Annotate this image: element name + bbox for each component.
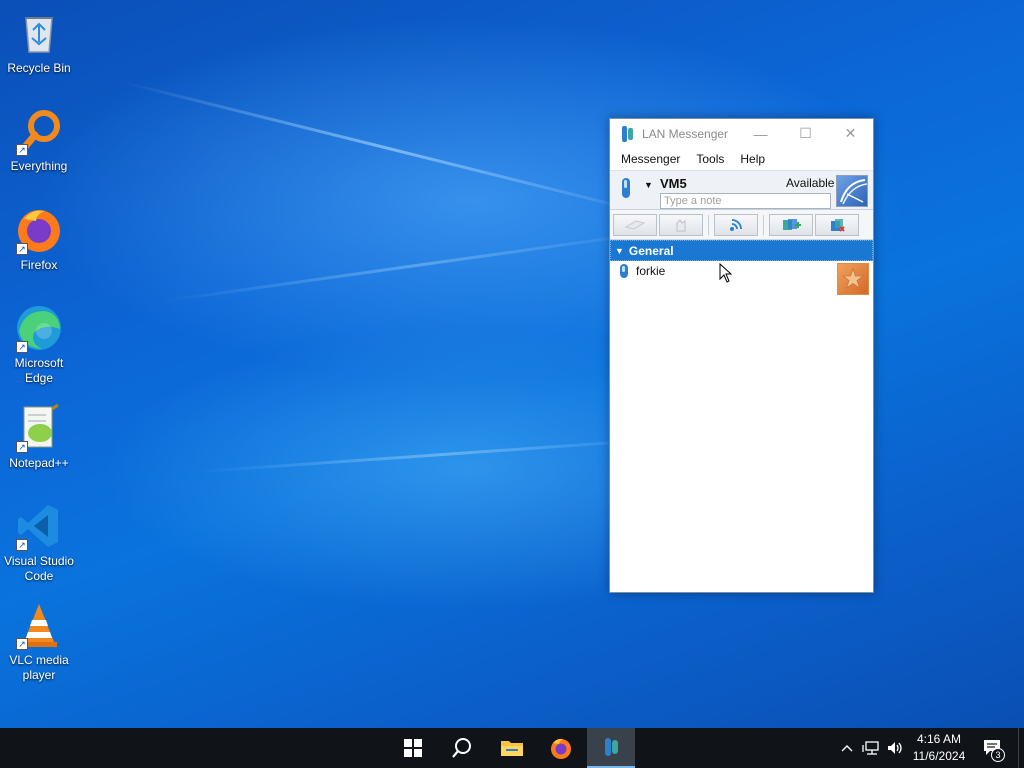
toolbar-separator xyxy=(708,214,709,235)
desktop-icon-firefox[interactable]: ↗ Firefox xyxy=(1,205,77,273)
desktop-icon-label: Microsoft Edge xyxy=(14,356,64,385)
menu-help[interactable]: Help xyxy=(732,152,773,166)
desktop-icon-notepadpp[interactable]: ↗ Notepad++ xyxy=(1,403,77,471)
satellite-dish-icon xyxy=(840,179,867,205)
user-avatar[interactable] xyxy=(836,175,868,207)
edge-icon: ↗ xyxy=(14,303,64,353)
speaker-icon xyxy=(888,742,902,754)
windows-logo-icon xyxy=(404,739,422,757)
contact-avatar xyxy=(837,263,869,295)
search-icon xyxy=(452,738,471,758)
file-explorer-button[interactable] xyxy=(488,728,536,768)
refresh-icon xyxy=(831,218,845,232)
menu-tools[interactable]: Tools xyxy=(688,152,732,166)
desktop-icon-label: Everything xyxy=(10,159,68,173)
contact-item[interactable]: forkie xyxy=(610,261,873,295)
lan-messenger-window[interactable]: LAN Messenger — ☐ ✕ Messenger Tools Help… xyxy=(609,118,874,593)
file-button[interactable] xyxy=(659,213,703,236)
status-indicator-icon[interactable] xyxy=(619,177,633,199)
shortcut-arrow-icon: ↗ xyxy=(16,243,28,255)
search-button[interactable] xyxy=(438,728,486,768)
show-desktop-button[interactable] xyxy=(1018,728,1024,768)
taskbar: 4:16 AM 11/6/2024 3 xyxy=(0,728,1024,768)
title-bar[interactable]: LAN Messenger — ☐ ✕ xyxy=(610,119,873,148)
shortcut-arrow-icon: ↗ xyxy=(16,144,28,156)
shortcut-arrow-icon: ↗ xyxy=(16,638,28,650)
wallpaper-beam xyxy=(199,436,679,473)
close-button[interactable]: ✕ xyxy=(828,119,873,148)
lan-messenger-icon xyxy=(622,125,633,142)
vlc-icon: ↗ xyxy=(14,600,64,650)
desktop-icon-everything[interactable]: ↗ Everything xyxy=(1,106,77,174)
wallpaper-beam xyxy=(159,227,676,303)
starfish-icon xyxy=(841,267,865,290)
shortcut-arrow-icon: ↗ xyxy=(16,441,28,453)
group-header-general[interactable]: ▼ General xyxy=(610,240,873,261)
desktop-icon-label: Notepad++ xyxy=(9,456,69,470)
contact-name: forkie xyxy=(636,264,666,278)
note-input[interactable] xyxy=(660,193,831,209)
volume-button[interactable] xyxy=(884,728,906,768)
broadcast-button[interactable] xyxy=(714,213,758,236)
folder-icon xyxy=(501,741,523,756)
maximize-button[interactable]: ☐ xyxy=(783,119,828,148)
status-dropdown-arrow-icon[interactable]: ▼ xyxy=(644,180,653,190)
mouse-cursor-icon xyxy=(719,263,732,283)
chevron-up-icon xyxy=(841,745,853,752)
firefox-icon xyxy=(551,738,571,759)
menu-bar: Messenger Tools Help xyxy=(610,148,873,170)
network-icon xyxy=(862,741,879,755)
chat-button[interactable] xyxy=(613,213,657,236)
file-icon xyxy=(676,218,686,231)
everything-search-icon: ↗ xyxy=(14,106,64,156)
clock-time: 4:16 AM xyxy=(916,732,962,746)
lan-messenger-taskbar-button[interactable] xyxy=(587,728,635,768)
desktop-icon-edge[interactable]: ↗ Microsoft Edge xyxy=(1,303,77,386)
toolbar-separator xyxy=(763,214,764,235)
notepad-plus-plus-icon: ↗ xyxy=(14,403,64,453)
menu-messenger[interactable]: Messenger xyxy=(613,152,688,166)
refresh-button[interactable] xyxy=(815,213,859,236)
desktop-icon-recycle-bin[interactable]: Recycle Bin xyxy=(1,8,77,76)
toolbar xyxy=(610,210,873,240)
group-name: General xyxy=(628,243,674,258)
firefox-taskbar-button[interactable] xyxy=(537,728,585,768)
show-hidden-icons-button[interactable] xyxy=(838,728,856,768)
desktop-icon-label: Visual Studio Code xyxy=(4,554,74,583)
add-contact-button[interactable] xyxy=(769,213,813,236)
wallpaper-beam xyxy=(119,80,664,219)
action-center-button[interactable]: 3 xyxy=(978,728,1008,768)
desktop-icon-label: Firefox xyxy=(20,258,58,272)
desktop-icon-label: VLC media player xyxy=(9,653,69,682)
desktop-icon-label: Recycle Bin xyxy=(7,61,71,75)
add-contact-icon xyxy=(783,218,801,230)
recycle-bin-icon xyxy=(14,8,64,58)
vscode-icon: ↗ xyxy=(14,501,64,551)
shortcut-arrow-icon: ↗ xyxy=(16,341,28,353)
lan-messenger-icon xyxy=(605,738,618,756)
firefox-icon: ↗ xyxy=(14,205,64,255)
desktop-icon-vlc[interactable]: ↗ VLC media player xyxy=(1,600,77,683)
user-name: VM5 xyxy=(660,176,687,191)
chat-icon xyxy=(624,219,646,230)
network-button[interactable] xyxy=(860,728,882,768)
expand-triangle-icon[interactable]: ▼ xyxy=(615,246,624,256)
user-status[interactable]: Available xyxy=(786,176,834,190)
contact-status-icon xyxy=(620,264,628,278)
minimize-button[interactable]: — xyxy=(738,119,783,148)
self-status-panel: ▼ VM5 Available xyxy=(610,170,873,210)
start-button[interactable] xyxy=(389,728,437,768)
broadcast-icon xyxy=(730,218,742,231)
clock-date: 11/6/2024 xyxy=(912,749,966,763)
window-title: LAN Messenger xyxy=(642,126,729,141)
shortcut-arrow-icon: ↗ xyxy=(16,539,28,551)
desktop-icon-vscode[interactable]: ↗ Visual Studio Code xyxy=(1,501,77,584)
clock[interactable]: 4:16 AM 11/6/2024 xyxy=(906,731,972,765)
notification-count-badge: 3 xyxy=(991,748,1005,762)
